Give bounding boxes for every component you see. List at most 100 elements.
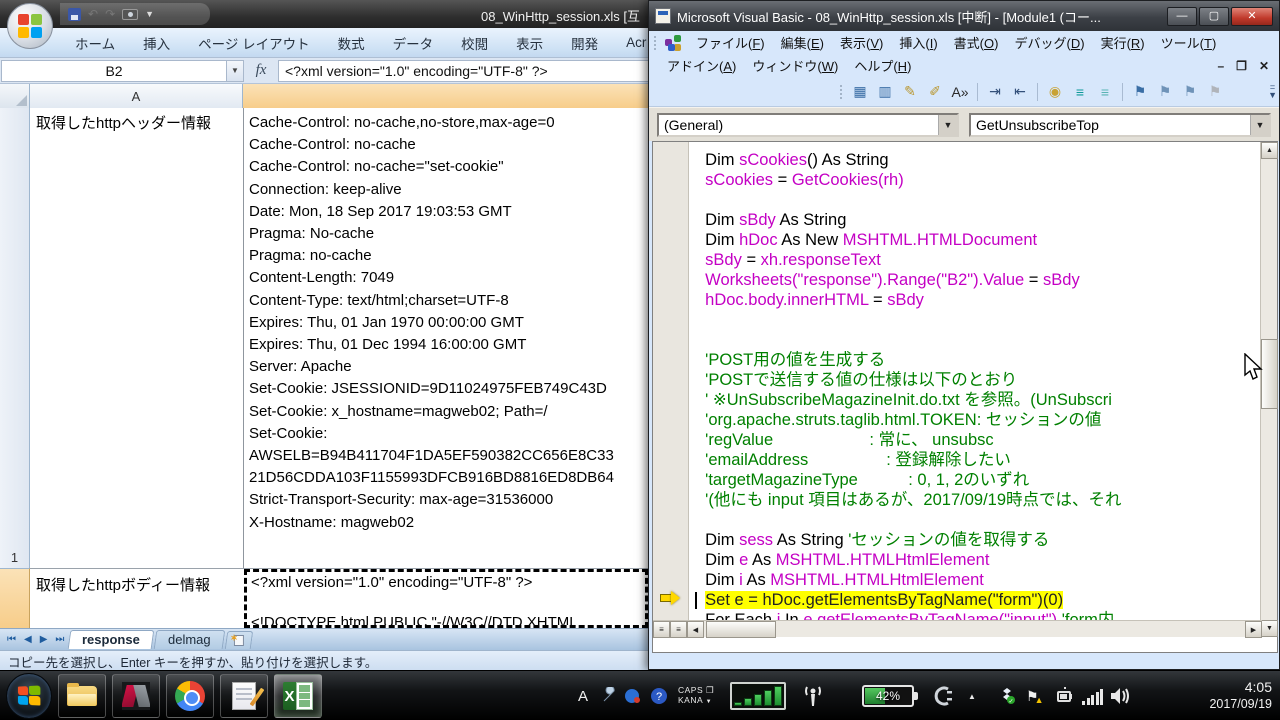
- action-center-flag-icon[interactable]: ⚑▲: [1026, 671, 1043, 720]
- vbe-menu-7[interactable]: ツール(T): [1153, 31, 1225, 54]
- clear-bookmarks-icon[interactable]: ⚑: [1204, 81, 1226, 103]
- ribbon-tab-2[interactable]: ページ レイアウト: [185, 29, 322, 57]
- code-line-23[interactable]: For Each i In e.getElementsByTagName("in…: [696, 610, 1260, 620]
- toolbar-options-chevron-icon[interactable]: =▼: [1268, 84, 1277, 98]
- vbe-menu-1[interactable]: 編集(E): [773, 31, 832, 54]
- code-line-0[interactable]: Dim sCookies() As String: [696, 150, 1260, 170]
- ime-mode-indicator[interactable]: A: [578, 671, 588, 720]
- object-combobox[interactable]: (General) ▼: [657, 113, 959, 137]
- column-header-a[interactable]: A: [30, 84, 243, 108]
- procedure-combobox[interactable]: GetUnsubscribeTop ▼: [969, 113, 1271, 137]
- outdent-icon[interactable]: ⇤: [1009, 81, 1031, 103]
- complete-word-icon[interactable]: A»: [949, 81, 971, 103]
- ribbon-tab-5[interactable]: 校閲: [448, 29, 501, 57]
- start-button[interactable]: [6, 673, 52, 719]
- cell-b2-selected-marching-ants[interactable]: <?xml version="1.0" encoding="UTF-8" ?> …: [244, 569, 648, 628]
- taskbar-m-app-icon[interactable]: [112, 674, 160, 718]
- code-line-16[interactable]: 'targetMagazineType : 0, 1, 2のいずれ: [696, 470, 1260, 490]
- ribbon-tab-0[interactable]: ホーム: [62, 29, 128, 57]
- horizontal-scrollbar[interactable]: ≡ ≡ ◀ ▶: [653, 620, 1262, 637]
- previous-bookmark-icon[interactable]: ⚑: [1179, 81, 1201, 103]
- redo-icon[interactable]: ↷: [105, 8, 115, 20]
- insert-function-icon[interactable]: fx: [244, 60, 278, 82]
- signal-meter-gadget[interactable]: [730, 671, 786, 720]
- code-line-1[interactable]: sCookies = GetCookies(rh): [696, 170, 1260, 190]
- row-header-2-selected[interactable]: [0, 568, 30, 628]
- comment-block-icon[interactable]: ≡: [1069, 81, 1091, 103]
- next-sheet-icon[interactable]: ▶: [37, 634, 51, 645]
- name-box-dropdown-icon[interactable]: ▼: [227, 60, 244, 82]
- show-hidden-icons-button[interactable]: ▲: [968, 671, 976, 720]
- undo-icon[interactable]: ↶: [88, 8, 98, 20]
- vbe-menu2-1[interactable]: ウィンドウ(W): [744, 54, 846, 77]
- code-margin-indicator-bar[interactable]: [653, 142, 689, 620]
- combo-dropdown-icon[interactable]: ▼: [1250, 115, 1269, 135]
- row-header-1[interactable]: 1: [0, 108, 30, 568]
- cell-b1-http-headers[interactable]: Cache-Control: no-cache,no-store,max-age…: [249, 112, 648, 566]
- scroll-right-icon[interactable]: ▶: [1245, 621, 1262, 638]
- maximize-button[interactable]: ▢: [1199, 7, 1229, 26]
- toolbar-grip[interactable]: [653, 35, 657, 51]
- code-line-15[interactable]: 'emailAddress : 登録解除したい: [696, 450, 1260, 470]
- office-button[interactable]: [7, 3, 53, 49]
- select-all-corner[interactable]: [0, 84, 30, 108]
- code-line-7[interactable]: hDoc.body.innerHTML = sBdy: [696, 290, 1260, 310]
- power-status-icon[interactable]: [1055, 671, 1075, 720]
- network-status-icon[interactable]: [1082, 671, 1103, 720]
- ribbon-tab-3[interactable]: 数式: [325, 29, 378, 57]
- parameter-info-icon[interactable]: ✐: [924, 81, 946, 103]
- close-button[interactable]: ✕: [1231, 7, 1273, 26]
- cell-a1[interactable]: 取得したhttpヘッダー情報: [36, 112, 241, 133]
- taskbar-clock[interactable]: 4:05 2017/09/19: [1160, 671, 1272, 720]
- horizontal-scrollbar-thumb[interactable]: [706, 621, 776, 638]
- mdi-close-button[interactable]: ✕: [1259, 59, 1269, 73]
- cell-a2[interactable]: 取得したhttpボディー情報: [36, 574, 241, 595]
- code-line-22[interactable]: Set e = hDoc.getElementsByTagName("form"…: [696, 590, 1260, 610]
- code-line-20[interactable]: Dim e As MSHTML.HTMLHtmlElement: [696, 550, 1260, 570]
- scroll-left-icon[interactable]: ◀: [687, 621, 704, 638]
- code-line-3[interactable]: Dim sBdy As String: [696, 210, 1260, 230]
- sheet-tab-response[interactable]: response: [68, 630, 154, 649]
- name-box[interactable]: B2: [1, 60, 227, 82]
- prev-sheet-icon[interactable]: ◀: [21, 634, 35, 645]
- ribbon-tab-1[interactable]: 挿入: [130, 29, 183, 57]
- quick-info-icon[interactable]: ✎: [899, 81, 921, 103]
- code-line-6[interactable]: Worksheets("response").Range("B2").Value…: [696, 270, 1260, 290]
- list-constants-icon[interactable]: ▥: [874, 81, 896, 103]
- camera-icon[interactable]: [122, 9, 138, 20]
- ime-pad-icon[interactable]: [624, 671, 642, 720]
- code-line-17[interactable]: '(他にも input 項目はあるが、2017/09/19時点では、それ: [696, 490, 1260, 510]
- code-line-8[interactable]: [696, 310, 1260, 330]
- last-sheet-icon[interactable]: ⏭: [52, 634, 67, 645]
- qat-customize-chevron-icon[interactable]: ▼: [145, 9, 154, 19]
- ribbon-tab-6[interactable]: 表示: [503, 29, 556, 57]
- code-line-11[interactable]: 'POSTで送信する値の仕様は以下のとおり: [696, 370, 1260, 390]
- split-handle-icon[interactable]: ≡: [670, 621, 687, 638]
- volume-speaker-icon[interactable]: [1108, 671, 1132, 720]
- scroll-up-icon[interactable]: ▲: [1261, 142, 1278, 159]
- code-line-10[interactable]: 'POST用の値を生成する: [696, 350, 1260, 370]
- vbe-menu-4[interactable]: 書式(O): [946, 31, 1007, 54]
- vbe-menu-3[interactable]: 挿入(I): [891, 31, 945, 54]
- vbe-menu-5[interactable]: デバッグ(D): [1006, 31, 1092, 54]
- taskbar-explorer-icon[interactable]: [58, 674, 106, 718]
- sheet-tab-delmag[interactable]: delmag: [154, 630, 225, 649]
- code-line-5[interactable]: sBdy = xh.responseText: [696, 250, 1260, 270]
- taskbar-chrome-icon[interactable]: [166, 674, 214, 718]
- code-line-21[interactable]: Dim i As MSHTML.HTMLHtmlElement: [696, 570, 1260, 590]
- list-properties-icon[interactable]: ▦: [849, 81, 871, 103]
- code-line-9[interactable]: [696, 330, 1260, 350]
- battery-meter-gadget[interactable]: 42%: [862, 671, 914, 720]
- vbe-menu-6[interactable]: 実行(R): [1093, 31, 1153, 54]
- ribbon-tab-4[interactable]: データ: [380, 29, 447, 57]
- split-handle-icon[interactable]: ≡: [653, 621, 670, 638]
- ime-caps-kana-indicator[interactable]: CAPS ❐ KANA ▼: [678, 671, 714, 720]
- vbe-titlebar[interactable]: Microsoft Visual Basic - 08_WinHttp_sess…: [649, 1, 1279, 31]
- vbe-menu2-0[interactable]: アドイン(A): [659, 54, 744, 77]
- power-plug-icon[interactable]: [932, 671, 954, 720]
- code-window[interactable]: Dim sCookies() As String sCookies = GetC…: [652, 141, 1278, 653]
- toggle-breakpoint-icon[interactable]: ◉: [1044, 81, 1066, 103]
- scroll-down-icon[interactable]: ▼: [1261, 620, 1278, 637]
- code-line-13[interactable]: 'org.apache.struts.taglib.html.TOKEN: セッ…: [696, 410, 1260, 430]
- taskbar-notepad-icon[interactable]: [220, 674, 268, 718]
